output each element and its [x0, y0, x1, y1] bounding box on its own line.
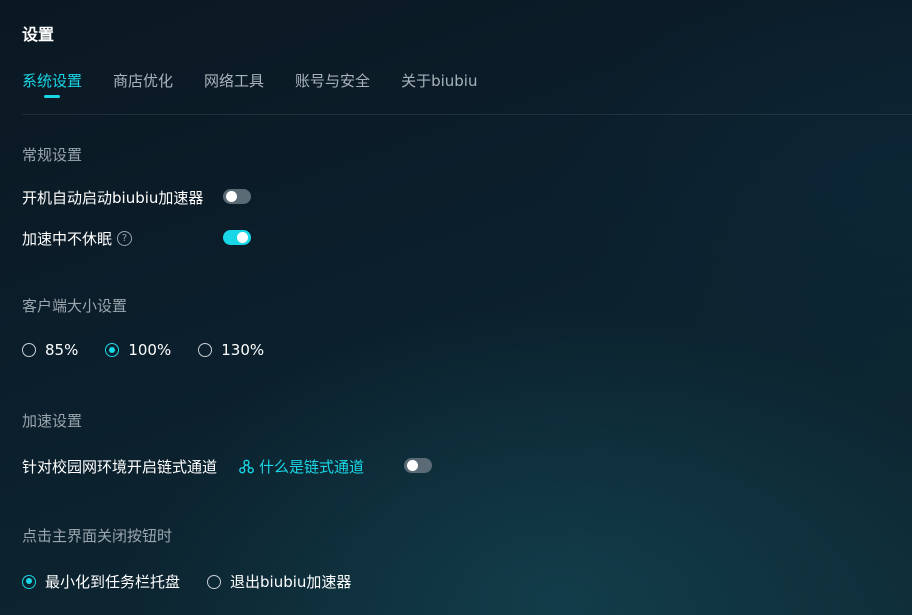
autostart-label: 开机自动启动biubiu加速器	[22, 189, 204, 207]
nosleep-row: 加速中不休眠 ?	[22, 228, 133, 249]
section-title-close: 点击主界面关闭按钮时	[22, 527, 173, 545]
tab-system-settings[interactable]: 系统设置	[22, 71, 82, 95]
chain-channel-help-link[interactable]: 什么是链式通道	[239, 456, 364, 477]
tab-about[interactable]: 关于biubiu	[401, 71, 477, 95]
close-radio-group: 最小化到任务栏托盘 退出biubiu加速器	[22, 571, 379, 592]
size-option-85[interactable]: 85%	[22, 341, 78, 359]
chain-nodes-icon	[239, 459, 254, 474]
section-title-size: 客户端大小设置	[22, 297, 128, 315]
campus-label: 针对校园网环境开启链式通道	[22, 458, 218, 476]
tab-store-optimization[interactable]: 商店优化	[113, 71, 173, 95]
tab-network-tools[interactable]: 网络工具	[204, 71, 264, 95]
campus-row: 针对校园网环境开启链式通道 什么是链式通道	[22, 456, 364, 477]
tab-bar: 系统设置 商店优化 网络工具 账号与安全 关于biubiu	[22, 71, 508, 101]
radio-circle-icon	[198, 343, 213, 357]
campus-toggle[interactable]	[404, 458, 432, 473]
tab-divider	[22, 114, 912, 115]
nosleep-toggle[interactable]	[223, 230, 251, 245]
radio-checked-icon	[22, 574, 36, 589]
radio-circle-icon	[22, 343, 36, 357]
nosleep-label: 加速中不休眠	[22, 230, 113, 248]
tab-account-security[interactable]: 账号与安全	[295, 71, 370, 95]
close-option-exit[interactable]: 退出biubiu加速器	[207, 571, 351, 592]
question-icon[interactable]: ?	[117, 231, 133, 246]
autostart-toggle[interactable]	[223, 189, 251, 204]
close-option-minimize[interactable]: 最小化到任务栏托盘	[22, 571, 180, 592]
radio-checked-icon	[105, 343, 120, 357]
size-radio-group: 85% 100% 130%	[22, 341, 292, 359]
autostart-row: 开机自动启动biubiu加速器	[22, 187, 203, 208]
page-title: 设置	[22, 25, 55, 44]
size-option-100[interactable]: 100%	[105, 341, 171, 359]
radio-circle-icon	[207, 574, 222, 589]
section-title-general: 常规设置	[22, 146, 83, 164]
section-title-accel: 加速设置	[22, 412, 83, 430]
size-option-130[interactable]: 130%	[198, 341, 264, 359]
